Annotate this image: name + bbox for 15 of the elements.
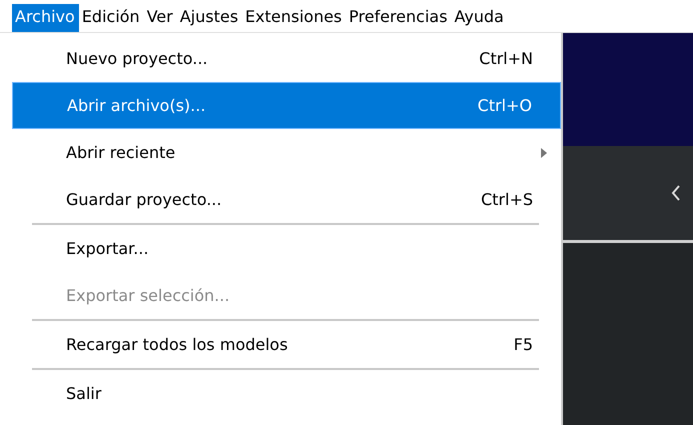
- menu-bar-item[interactable]: Archivo: [12, 4, 79, 32]
- menu-item[interactable]: Abrir reciente: [12, 129, 561, 176]
- menu-item[interactable]: Nuevo proyecto... Ctrl+N: [12, 35, 561, 82]
- menu-bar-item[interactable]: Preferencias: [346, 4, 452, 32]
- menu-bar-item[interactable]: Ayuda: [451, 4, 508, 32]
- menu-bar-item[interactable]: Ajustes: [176, 4, 242, 32]
- menu-bar-item[interactable]: Ver: [144, 4, 177, 32]
- menu-item[interactable]: Exportar...: [12, 225, 561, 272]
- menu-item[interactable]: Salir: [12, 370, 561, 417]
- menu-item[interactable]: Recargar todos los modelos F5: [12, 321, 561, 368]
- menu-item[interactable]: Guardar proyecto... Ctrl+S: [12, 176, 561, 223]
- chevron-left-icon[interactable]: [671, 184, 681, 202]
- menu-bar-item[interactable]: Extensiones: [242, 4, 346, 32]
- menu-bar-item[interactable]: Edición: [78, 4, 144, 32]
- menu-item[interactable]: Abrir archivo(s)... Ctrl+O: [12, 82, 561, 129]
